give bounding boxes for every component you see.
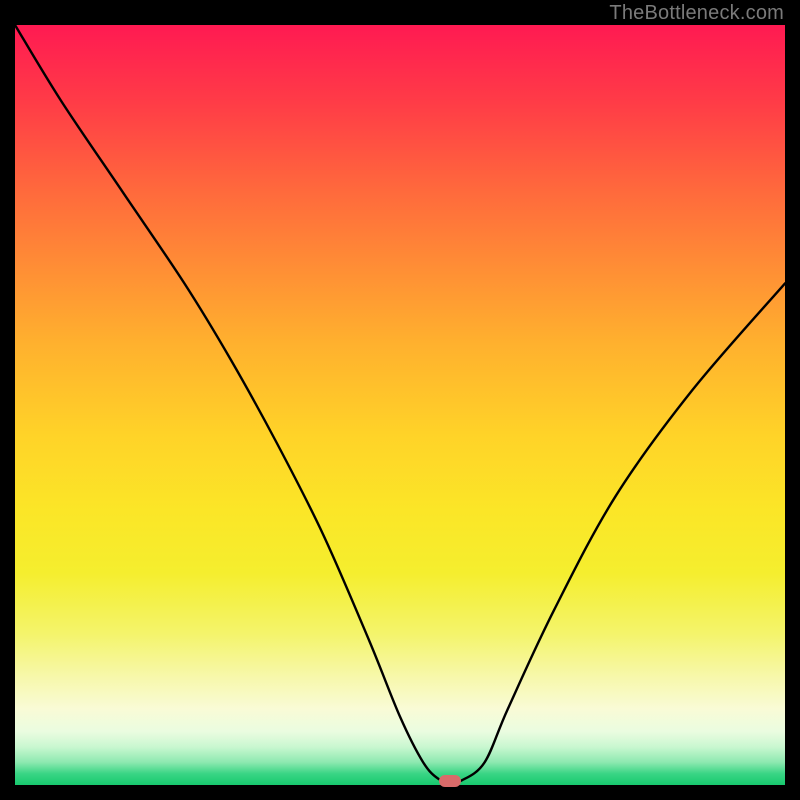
bottleneck-curve	[15, 25, 785, 785]
plot-area	[15, 25, 785, 785]
attribution-text: TheBottleneck.com	[609, 2, 784, 25]
minimum-marker	[439, 775, 461, 787]
chart-frame: TheBottleneck.com	[0, 0, 800, 800]
